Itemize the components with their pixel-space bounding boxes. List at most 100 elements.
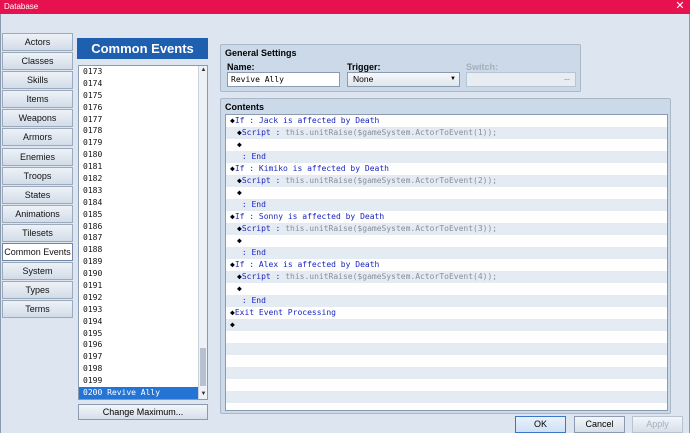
cancel-button[interactable]: Cancel [574, 416, 625, 433]
event-command-row[interactable]: ◆If : Jack is affected by Death [226, 115, 667, 127]
event-command-row[interactable]: ◆Script : this.unitRaise($gameSystem.Act… [226, 271, 667, 283]
command-text: End [251, 248, 266, 257]
event-command-row[interactable]: : End [226, 199, 667, 211]
command-separator: : [237, 248, 252, 257]
event-command-row[interactable]: ◆If : Kimiko is affected by Death [226, 163, 667, 175]
common-event-row[interactable]: 0191 [79, 280, 207, 292]
event-command-row[interactable]: ◆If : Alex is affected by Death [226, 259, 667, 271]
event-command-row[interactable]: ◆Script : this.unitRaise($gameSystem.Act… [226, 127, 667, 139]
event-command-row[interactable]: ◆ [226, 139, 667, 151]
nav-states[interactable]: States [2, 185, 73, 204]
common-event-row[interactable]: 0187 [79, 232, 207, 244]
scroll-down-arrow-icon[interactable]: ▼ [199, 390, 207, 399]
event-command-row[interactable]: ◆Script : this.unitRaise($gameSystem.Act… [226, 175, 667, 187]
command-text: Sonny is affected by Death [258, 212, 385, 221]
common-event-row[interactable]: 0196 [79, 339, 207, 351]
close-icon[interactable]: ✕ [672, 0, 688, 14]
common-event-row[interactable]: 0192 [79, 292, 207, 304]
empty-command-row [226, 379, 667, 391]
nav-skills[interactable]: Skills [2, 71, 73, 90]
common-event-row[interactable]: 0200 Revive Ally [79, 387, 207, 399]
nav-terms[interactable]: Terms [2, 300, 73, 319]
common-event-row[interactable]: 0175 [79, 90, 207, 102]
nav-enemies[interactable]: Enemies [2, 147, 73, 166]
ok-button[interactable]: OK [515, 416, 566, 433]
list-scrollbar[interactable]: ▲ ▼ [198, 66, 207, 399]
event-command-row[interactable]: ◆ [226, 235, 667, 247]
nav-system[interactable]: System [2, 262, 73, 281]
nav-armors[interactable]: Armors [2, 128, 73, 147]
empty-command-row [226, 331, 667, 343]
nav-animations[interactable]: Animations [2, 204, 73, 223]
event-command-row[interactable]: ◆Script : this.unitRaise($gameSystem.Act… [226, 223, 667, 235]
trigger-value: None [353, 74, 374, 84]
scroll-up-arrow-icon[interactable]: ▲ [199, 66, 207, 75]
event-command-row[interactable]: ◆Exit Event Processing [226, 307, 667, 319]
common-events-list[interactable]: 0173 0174 0175 0176 0177 0178 0179 0180 0181 0182… [78, 65, 208, 400]
common-event-row[interactable]: 0174 [79, 78, 207, 90]
title-bar: Database ✕ [0, 0, 690, 14]
common-event-row[interactable]: 0173 [79, 66, 207, 78]
common-event-row[interactable]: 0190 [79, 268, 207, 280]
common-event-row[interactable]: 0178 [79, 125, 207, 137]
common-event-row[interactable]: 0185 [79, 209, 207, 221]
trigger-select[interactable]: None ▼ [347, 72, 460, 87]
change-maximum-button[interactable]: Change Maximum... [78, 404, 208, 420]
common-event-row[interactable]: 0195 [79, 328, 207, 340]
event-command-row[interactable]: ◆ [226, 319, 667, 331]
common-event-row[interactable]: 0186 [79, 221, 207, 233]
scroll-thumb[interactable] [200, 348, 206, 386]
command-diamond-icon: ◆ [237, 188, 242, 197]
empty-command-row [226, 355, 667, 367]
common-event-row[interactable]: 0197 [79, 351, 207, 363]
common-event-row[interactable]: 0188 [79, 244, 207, 256]
command-text: Alex is affected by Death [258, 260, 380, 269]
command-text: End [251, 200, 266, 209]
nav-common-events[interactable]: Common Events [2, 243, 73, 262]
common-event-row[interactable]: 0180 [79, 149, 207, 161]
nav-classes[interactable]: Classes [2, 52, 73, 71]
common-event-row[interactable]: 0198 [79, 363, 207, 375]
command-keyword: Script [241, 224, 271, 233]
command-text: this.unitRaise($gameSystem.ActorToEvent(… [285, 128, 498, 137]
command-separator: : [244, 212, 259, 221]
command-keyword: Script [241, 272, 271, 281]
command-keyword: Exit Event Processing [234, 308, 336, 317]
nav-types[interactable]: Types [2, 281, 73, 300]
common-event-row[interactable]: 0179 [79, 137, 207, 149]
common-event-row[interactable]: 0194 [79, 316, 207, 328]
command-separator: : [237, 152, 252, 161]
event-command-row[interactable]: : End [226, 151, 667, 163]
dropdown-arrow-icon: ▼ [450, 76, 456, 82]
common-event-row[interactable]: 0183 [79, 185, 207, 197]
event-command-list[interactable]: ◆If : Jack is affected by Death ◆Script :… [225, 114, 668, 411]
common-event-row[interactable]: 0184 [79, 197, 207, 209]
nav-items[interactable]: Items [2, 90, 73, 109]
event-command-row[interactable]: : End [226, 247, 667, 259]
nav-tilesets[interactable]: Tilesets [2, 223, 73, 242]
command-diamond-icon: ◆ [237, 236, 242, 245]
command-separator: : [244, 116, 259, 125]
general-settings-title: General Settings [225, 48, 297, 58]
common-event-row[interactable]: 0177 [79, 114, 207, 126]
event-command-row[interactable]: ◆ [226, 187, 667, 199]
command-separator: : [244, 164, 259, 173]
command-separator: : [270, 176, 286, 185]
nav-troops[interactable]: Troops [2, 166, 73, 185]
common-events-panel: Common Events 0173 0174 0175 0176 0177 0178 01… [77, 38, 208, 400]
nav-actors[interactable]: Actors [2, 33, 73, 51]
command-separator: : [270, 128, 286, 137]
common-event-row[interactable]: 0193 [79, 304, 207, 316]
common-events-header: Common Events [77, 38, 208, 59]
common-event-row[interactable]: 0189 [79, 256, 207, 268]
common-event-row[interactable]: 0181 [79, 161, 207, 173]
event-command-row[interactable]: : End [226, 295, 667, 307]
nav-weapons[interactable]: Weapons [2, 109, 73, 128]
name-field[interactable]: Revive Ally [227, 72, 340, 87]
common-event-row[interactable]: 0199 [79, 375, 207, 387]
event-command-row[interactable]: ◆If : Sonny is affected by Death [226, 211, 667, 223]
common-event-row[interactable]: 0182 [79, 173, 207, 185]
apply-button: Apply [632, 416, 683, 433]
common-event-row[interactable]: 0176 [79, 102, 207, 114]
event-command-row[interactable]: ◆ [226, 283, 667, 295]
